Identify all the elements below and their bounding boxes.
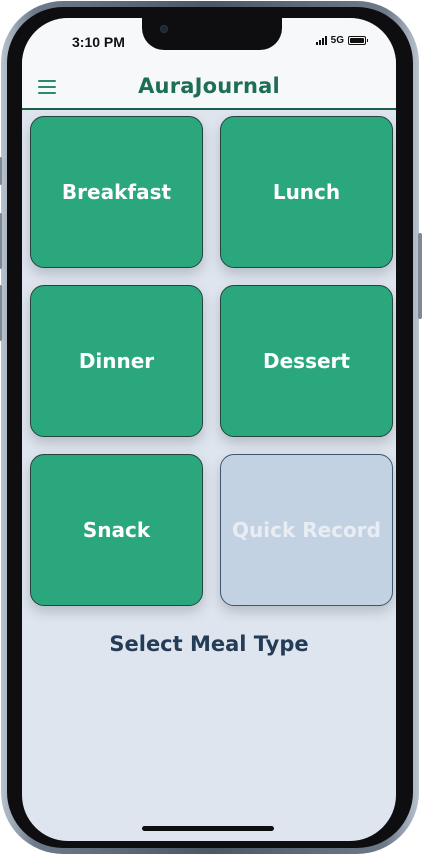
meal-type-grid: Breakfast Lunch Dinner Dessert Snack Qui…	[30, 116, 394, 606]
notch	[142, 18, 282, 50]
breakfast-button[interactable]: Breakfast	[30, 116, 203, 268]
camera-icon	[160, 25, 168, 33]
signal-icon	[315, 36, 327, 45]
screen: 3:10 PM 5G AuraJournal Breakfast Lunch D…	[22, 18, 396, 841]
battery-icon	[348, 36, 368, 45]
volume-up-button	[0, 213, 2, 269]
dessert-button[interactable]: Dessert	[220, 285, 393, 437]
app-title: AuraJournal	[138, 74, 280, 98]
lunch-button[interactable]: Lunch	[220, 116, 393, 268]
silent-switch	[0, 157, 2, 185]
power-button	[418, 233, 422, 319]
select-meal-type-label: Select Meal Type	[109, 632, 309, 656]
home-indicator[interactable]	[142, 826, 274, 831]
volume-down-button	[0, 285, 2, 341]
snack-button[interactable]: Snack	[30, 454, 203, 606]
status-indicators: 5G	[315, 35, 368, 46]
network-label: 5G	[330, 35, 344, 46]
quick-record-button[interactable]: Quick Record	[220, 454, 393, 606]
dinner-button[interactable]: Dinner	[30, 285, 203, 437]
app-header: AuraJournal	[22, 68, 396, 110]
status-time: 3:10 PM	[72, 34, 125, 50]
